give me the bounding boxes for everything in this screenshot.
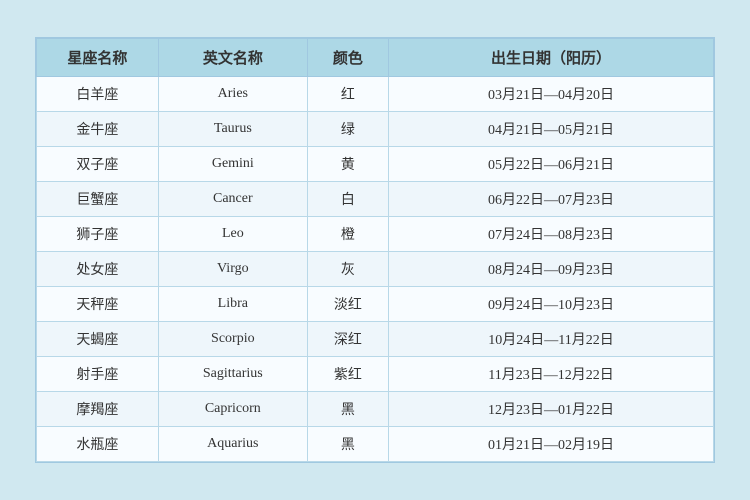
cell-date: 12月23日—01月22日 xyxy=(389,392,714,427)
cell-date: 07月24日—08月23日 xyxy=(389,217,714,252)
cell-chinese: 摩羯座 xyxy=(37,392,159,427)
zodiac-table-container: 星座名称 英文名称 颜色 出生日期（阳历） 白羊座Aries红03月21日—04… xyxy=(35,37,715,463)
cell-english: Aquarius xyxy=(158,427,307,462)
cell-english: Scorpio xyxy=(158,322,307,357)
cell-english: Virgo xyxy=(158,252,307,287)
table-body: 白羊座Aries红03月21日—04月20日金牛座Taurus绿04月21日—0… xyxy=(37,77,714,462)
header-chinese: 星座名称 xyxy=(37,39,159,77)
cell-date: 03月21日—04月20日 xyxy=(389,77,714,112)
cell-english: Gemini xyxy=(158,147,307,182)
cell-date: 05月22日—06月21日 xyxy=(389,147,714,182)
cell-color: 黑 xyxy=(307,392,388,427)
cell-color: 灰 xyxy=(307,252,388,287)
zodiac-table: 星座名称 英文名称 颜色 出生日期（阳历） 白羊座Aries红03月21日—04… xyxy=(36,38,714,462)
cell-color: 紫红 xyxy=(307,357,388,392)
cell-chinese: 双子座 xyxy=(37,147,159,182)
table-row: 天秤座Libra淡红09月24日—10月23日 xyxy=(37,287,714,322)
cell-color: 白 xyxy=(307,182,388,217)
table-row: 双子座Gemini黄05月22日—06月21日 xyxy=(37,147,714,182)
header-english: 英文名称 xyxy=(158,39,307,77)
cell-date: 01月21日—02月19日 xyxy=(389,427,714,462)
cell-chinese: 天秤座 xyxy=(37,287,159,322)
cell-date: 09月24日—10月23日 xyxy=(389,287,714,322)
table-row: 狮子座Leo橙07月24日—08月23日 xyxy=(37,217,714,252)
cell-english: Libra xyxy=(158,287,307,322)
cell-chinese: 狮子座 xyxy=(37,217,159,252)
header-date: 出生日期（阳历） xyxy=(389,39,714,77)
table-row: 处女座Virgo灰08月24日—09月23日 xyxy=(37,252,714,287)
header-color: 颜色 xyxy=(307,39,388,77)
cell-date: 10月24日—11月22日 xyxy=(389,322,714,357)
cell-english: Sagittarius xyxy=(158,357,307,392)
table-row: 金牛座Taurus绿04月21日—05月21日 xyxy=(37,112,714,147)
table-row: 射手座Sagittarius紫红11月23日—12月22日 xyxy=(37,357,714,392)
cell-english: Taurus xyxy=(158,112,307,147)
cell-color: 红 xyxy=(307,77,388,112)
cell-chinese: 水瓶座 xyxy=(37,427,159,462)
cell-color: 黑 xyxy=(307,427,388,462)
table-header-row: 星座名称 英文名称 颜色 出生日期（阳历） xyxy=(37,39,714,77)
cell-color: 深红 xyxy=(307,322,388,357)
cell-color: 黄 xyxy=(307,147,388,182)
cell-chinese: 天蝎座 xyxy=(37,322,159,357)
cell-color: 橙 xyxy=(307,217,388,252)
cell-english: Aries xyxy=(158,77,307,112)
cell-chinese: 白羊座 xyxy=(37,77,159,112)
cell-english: Cancer xyxy=(158,182,307,217)
cell-chinese: 射手座 xyxy=(37,357,159,392)
cell-english: Capricorn xyxy=(158,392,307,427)
cell-date: 11月23日—12月22日 xyxy=(389,357,714,392)
table-row: 白羊座Aries红03月21日—04月20日 xyxy=(37,77,714,112)
table-row: 水瓶座Aquarius黑01月21日—02月19日 xyxy=(37,427,714,462)
cell-date: 06月22日—07月23日 xyxy=(389,182,714,217)
table-row: 巨蟹座Cancer白06月22日—07月23日 xyxy=(37,182,714,217)
cell-chinese: 金牛座 xyxy=(37,112,159,147)
cell-chinese: 处女座 xyxy=(37,252,159,287)
table-row: 摩羯座Capricorn黑12月23日—01月22日 xyxy=(37,392,714,427)
cell-date: 08月24日—09月23日 xyxy=(389,252,714,287)
cell-color: 淡红 xyxy=(307,287,388,322)
cell-date: 04月21日—05月21日 xyxy=(389,112,714,147)
cell-english: Leo xyxy=(158,217,307,252)
cell-color: 绿 xyxy=(307,112,388,147)
cell-chinese: 巨蟹座 xyxy=(37,182,159,217)
table-row: 天蝎座Scorpio深红10月24日—11月22日 xyxy=(37,322,714,357)
